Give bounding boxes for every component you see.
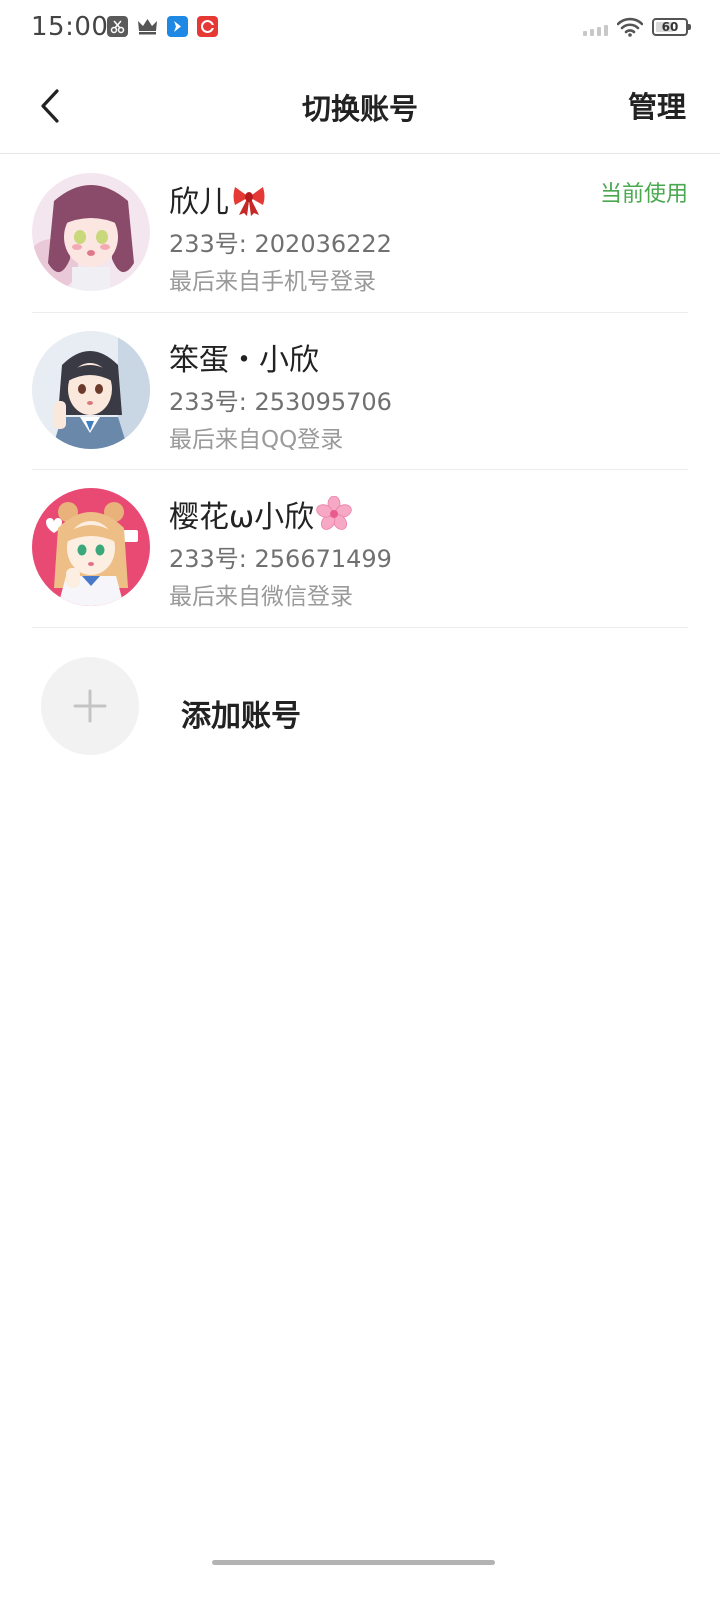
account-name: 欣儿 xyxy=(169,177,267,221)
avatar xyxy=(32,330,150,449)
status-bar: 15:00 60 xyxy=(0,0,720,56)
current-account-badge: 当前使用 xyxy=(599,182,688,207)
account-id: 233号: 202036222 xyxy=(169,230,392,258)
wifi-icon xyxy=(617,17,643,37)
status-time: 15:00 xyxy=(31,12,109,42)
status-indicators: 60 xyxy=(583,17,691,37)
ribbon-icon xyxy=(233,187,265,216)
add-account-button[interactable] xyxy=(41,657,139,755)
account-last-login: 最后来自微信登录 xyxy=(169,584,353,610)
battery-level: 60 xyxy=(661,20,679,34)
account-name-text: 樱花ω小欣 xyxy=(169,500,315,535)
home-indicator[interactable] xyxy=(212,1560,495,1565)
battery-icon: 60 xyxy=(652,18,691,36)
page-title: 切换账号 xyxy=(301,92,418,126)
crown-app-icon xyxy=(137,16,158,37)
manage-button[interactable]: 管理 xyxy=(628,84,686,126)
status-app-icons xyxy=(107,16,218,37)
red-app-icon xyxy=(197,16,218,37)
avatar xyxy=(32,488,150,606)
header: 切换账号 管理 xyxy=(0,56,720,154)
add-account-label: 添加账号 xyxy=(181,699,301,734)
account-item[interactable]: 笨蛋・小欣 233号: 253095706 最后来自QQ登录 xyxy=(32,313,688,470)
account-id: 233号: 253095706 xyxy=(169,387,392,416)
account-list: 欣儿 233号: 202036222 最后来自手机号登录 当前使用 笨蛋・小欣 … xyxy=(0,155,720,628)
account-name: 樱花ω小欣 xyxy=(169,492,352,536)
signal-icon xyxy=(583,18,608,36)
account-name-text: 笨蛋・小欣 xyxy=(169,342,319,378)
blue-app-icon xyxy=(167,16,188,37)
scissors-app-icon xyxy=(107,16,128,37)
cherry-blossom-icon xyxy=(316,496,352,530)
account-name: 笨蛋・小欣 xyxy=(169,335,319,379)
account-item[interactable]: 樱花ω小欣 233号: 256671499 最后来自微信登录 xyxy=(32,470,688,628)
account-last-login: 最后来自手机号登录 xyxy=(169,269,376,295)
account-id: 233号: 256671499 xyxy=(169,545,392,573)
avatar xyxy=(32,173,150,291)
add-account-row[interactable]: 添加账号 xyxy=(32,655,688,755)
account-name-text: 欣儿 xyxy=(169,185,229,220)
account-item[interactable]: 欣儿 233号: 202036222 最后来自手机号登录 当前使用 xyxy=(32,155,688,313)
account-last-login: 最后来自QQ登录 xyxy=(169,426,344,453)
plus-icon xyxy=(73,689,107,723)
